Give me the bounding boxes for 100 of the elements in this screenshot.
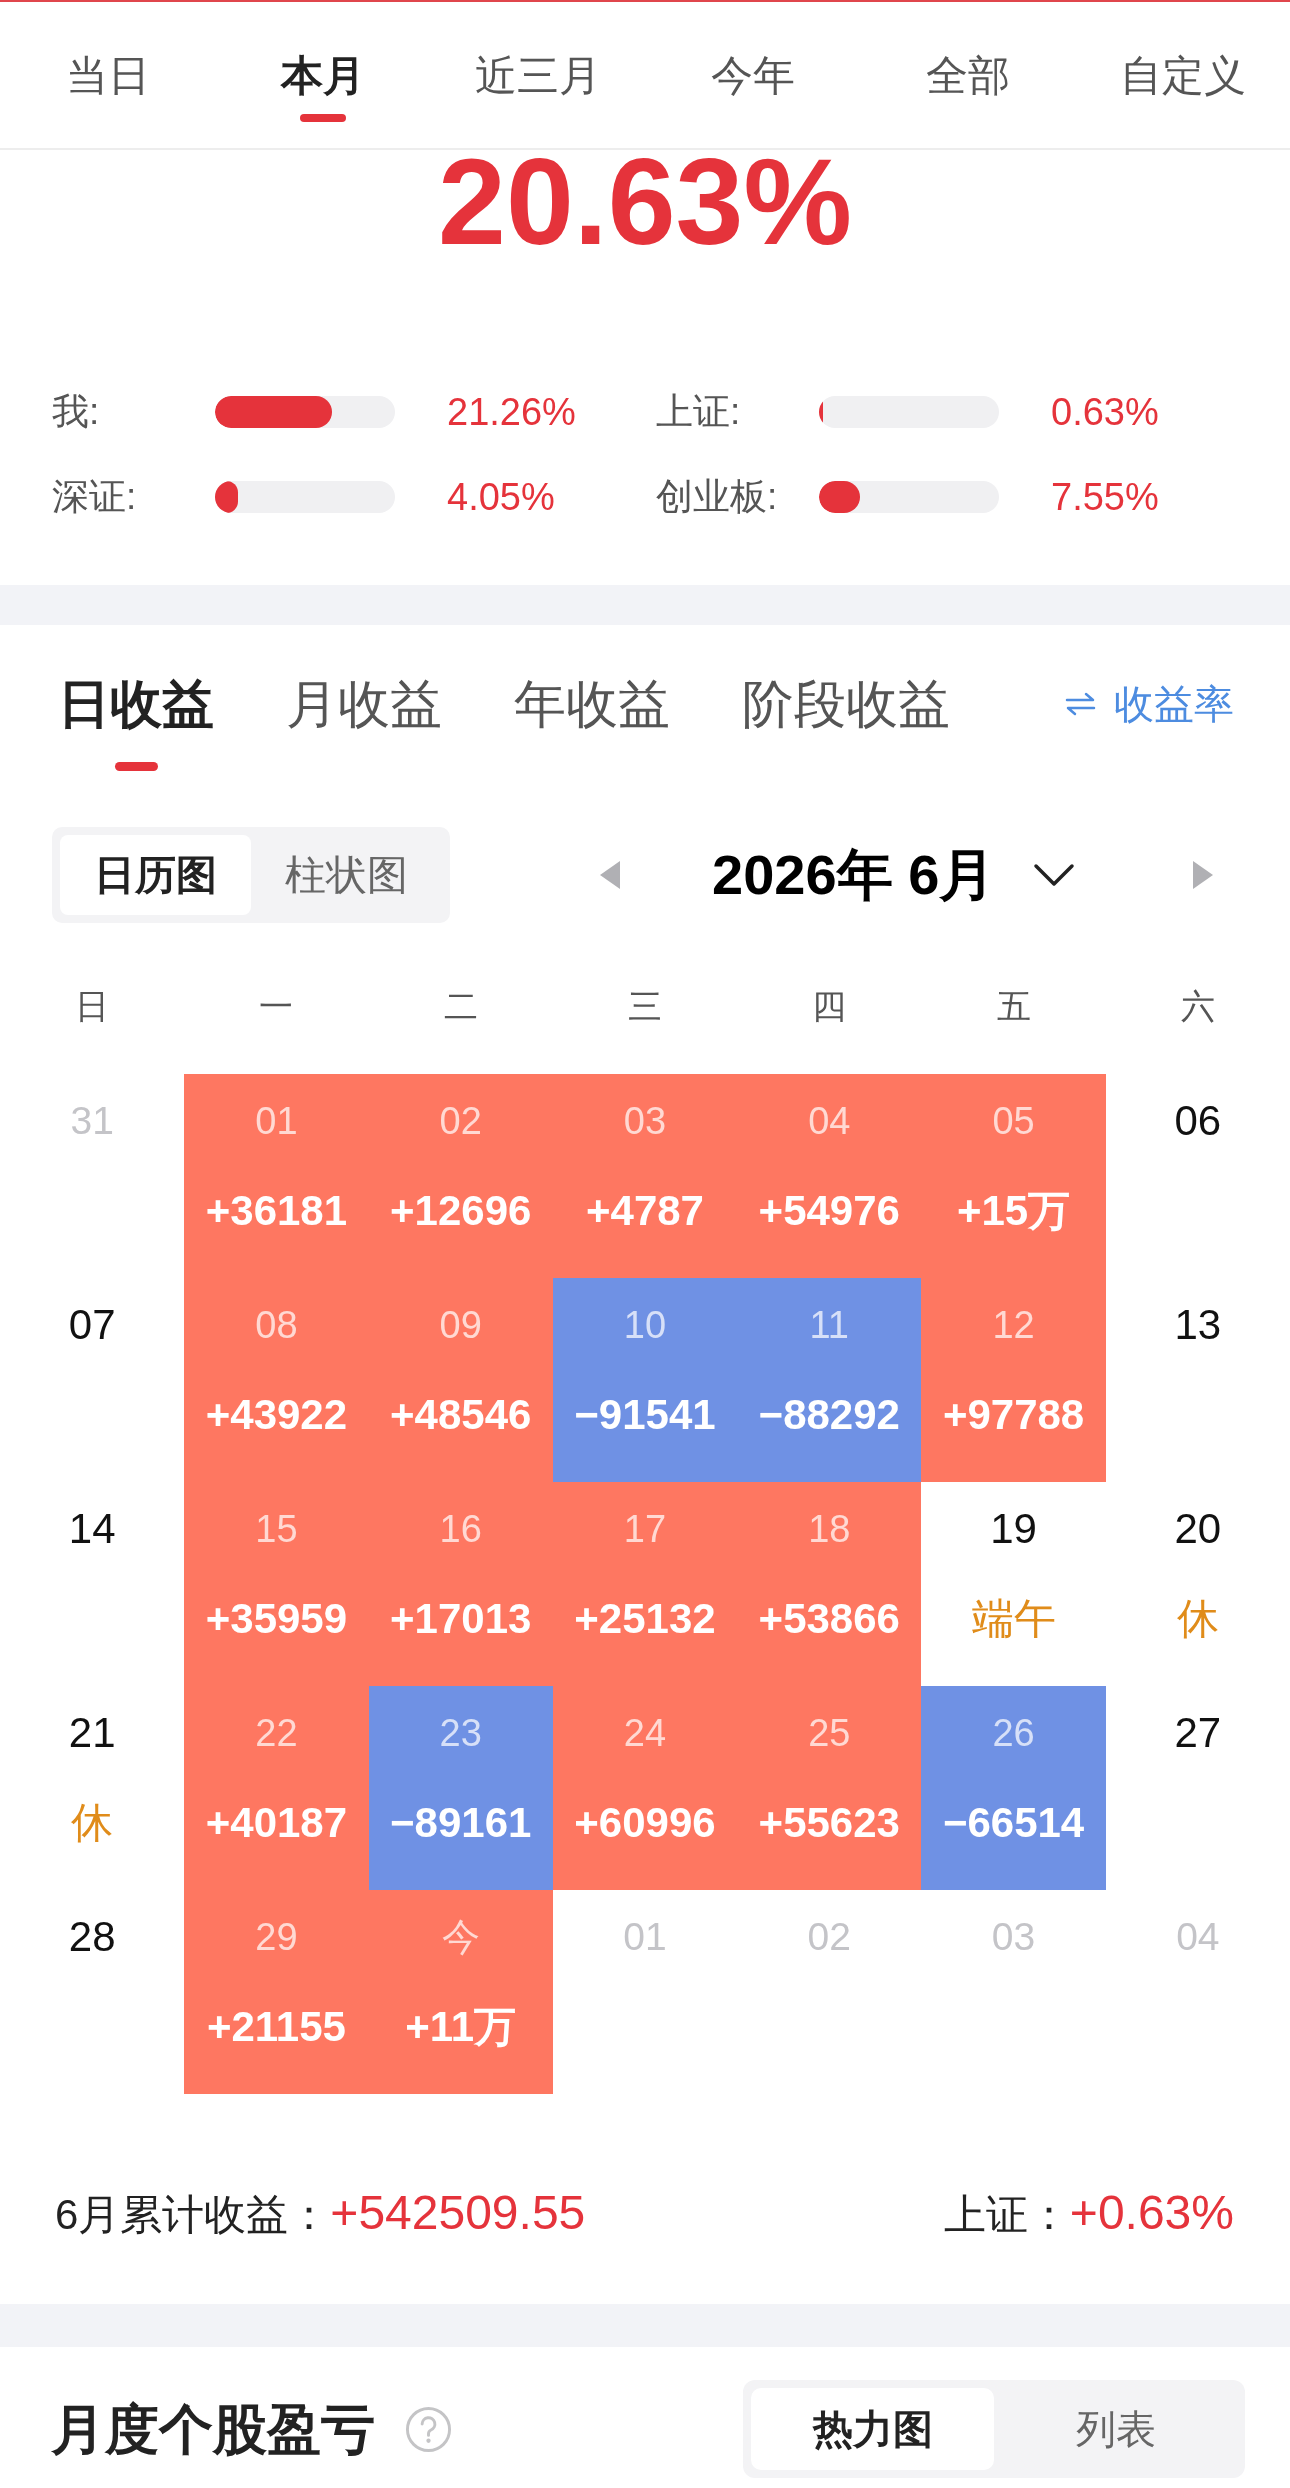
return-rate-value: 20.63%	[438, 150, 852, 254]
right-triangle-icon[interactable]	[1193, 861, 1213, 889]
daily-profit: +43922	[205, 1390, 348, 1440]
daily-profit: +15万	[956, 1186, 1071, 1236]
day-number: 05	[992, 1099, 1035, 1144]
day-number: 11	[809, 1303, 849, 1348]
profit-tab[interactable]: 年收益	[514, 675, 670, 733]
day-number: 04	[808, 1099, 851, 1144]
profit-tab[interactable]: 月收益	[286, 675, 442, 733]
chevron-down-icon[interactable]	[1033, 863, 1076, 887]
daily-profit: +12696	[390, 1186, 532, 1236]
profit-day-cell[interactable]: 18 +53866	[737, 1482, 922, 1686]
profit-day-cell[interactable]: 16 +17013	[368, 1482, 553, 1686]
profit-day-cell[interactable]: 09 +48546	[368, 1278, 553, 1482]
month-title[interactable]: 2026年 6月	[712, 843, 996, 907]
rate-toggle[interactable]: 收益率	[1065, 675, 1234, 733]
day-number: 29	[255, 1915, 298, 1960]
profit-day-cell[interactable]: 22 +40187	[184, 1686, 369, 1890]
daily-profit: +60996	[574, 1798, 716, 1848]
comparison-value: 0.63%	[1051, 389, 1159, 434]
stock-view-tab[interactable]: 热力图	[751, 2388, 994, 2470]
tab-underline	[299, 114, 346, 122]
profit-day-cell[interactable]: 12 +97788	[921, 1278, 1106, 1482]
day-number: 15	[255, 1507, 298, 1552]
period-tab[interactable]: 当日	[65, 51, 150, 101]
daily-profit: +54976	[758, 1186, 900, 1236]
day-number: 08	[255, 1303, 298, 1348]
index-label: 上证：	[943, 2190, 1070, 2240]
comparison-value: 4.05%	[447, 474, 555, 519]
day-number: 31	[70, 1098, 114, 1144]
day-number: 01	[255, 1099, 298, 1144]
day-number: 27	[1174, 1708, 1222, 1758]
profit-tab[interactable]: 阶段收益	[742, 675, 950, 733]
holiday-label: 休	[71, 1798, 114, 1848]
profit-day-cell[interactable]: 17 +25132	[552, 1482, 738, 1686]
daily-profit: +40187	[205, 1798, 348, 1848]
period-tab[interactable]: 自定义	[1119, 51, 1246, 101]
profit-tab[interactable]: 日收益	[58, 675, 214, 771]
period-tab[interactable]: 近三月	[474, 51, 601, 101]
day-number: 28	[68, 1912, 116, 1962]
day-number: 04	[1176, 1914, 1220, 1960]
stock-view-tab[interactable]: 列表	[994, 2388, 1237, 2470]
day-number: 26	[992, 1711, 1035, 1756]
day-number: 12	[992, 1303, 1035, 1348]
index-change-value: +0.63%	[1069, 2185, 1234, 2241]
daily-profit: +4787	[586, 1186, 704, 1236]
weekday-label: 一	[259, 986, 294, 1026]
swap-arrows-icon	[1065, 692, 1096, 716]
daily-profit: +36181	[205, 1186, 348, 1236]
daily-profit: +97788	[942, 1390, 1085, 1440]
profit-day-cell[interactable]: 10 −91541	[552, 1278, 738, 1482]
section-title: 月度个股盈亏	[51, 2398, 375, 2461]
comparison-label: 我:	[52, 390, 100, 432]
profit-day-cell[interactable]: 01 +36181	[184, 1074, 369, 1278]
chart-view-tab[interactable]: 日历图	[60, 835, 251, 915]
day-number: 03	[623, 1099, 667, 1144]
day-number: 22	[255, 1711, 298, 1756]
holiday-label: 端午	[971, 1594, 1056, 1644]
day-number: 18	[808, 1507, 851, 1552]
day-number: 23	[439, 1711, 482, 1756]
period-tab[interactable]: 全部	[925, 51, 1010, 101]
day-number: 03	[991, 1914, 1036, 1960]
day-number: 21	[68, 1708, 116, 1758]
profit-day-cell[interactable]: 02 +12696	[368, 1074, 553, 1278]
period-tab[interactable]: 本月	[280, 51, 365, 122]
day-number: 19	[990, 1504, 1037, 1554]
tab-underline	[114, 762, 158, 771]
profit-day-cell[interactable]: 11 −88292	[737, 1278, 922, 1482]
chart-view-tab[interactable]: 柱状图	[251, 835, 442, 915]
day-number: 25	[808, 1711, 851, 1756]
profit-day-cell[interactable]: 今 +11万	[368, 1890, 553, 2094]
weekday-label: 四	[812, 986, 847, 1026]
profit-day-cell[interactable]: 25 +55623	[737, 1686, 922, 1890]
daily-profit: −91541	[574, 1390, 716, 1440]
daily-profit: +21155	[206, 2002, 346, 2052]
daily-profit: −89161	[390, 1798, 532, 1848]
weekday-label: 六	[1180, 986, 1215, 1026]
profit-day-cell[interactable]: 05 +15万	[921, 1074, 1106, 1278]
day-number: 14	[68, 1504, 116, 1554]
day-number: 06	[1174, 1096, 1222, 1146]
profit-day-cell[interactable]: 03 +4787	[552, 1074, 738, 1278]
help-icon[interactable]	[405, 2405, 452, 2453]
period-tab[interactable]: 今年	[710, 51, 795, 101]
profit-day-cell[interactable]: 15 +35959	[184, 1482, 369, 1686]
comparison-label: 上证:	[656, 390, 741, 432]
day-number: 09	[439, 1303, 482, 1348]
profit-day-cell[interactable]: 04 +54976	[737, 1074, 922, 1278]
day-number: 01	[623, 1914, 667, 1960]
left-triangle-icon[interactable]	[600, 861, 620, 889]
month-total-label: 6月累计收益：	[55, 2190, 331, 2240]
day-number: 10	[623, 1303, 667, 1348]
day-number: 02	[439, 1099, 482, 1144]
profit-day-cell[interactable]: 23 −89161	[368, 1686, 553, 1890]
profit-day-cell[interactable]: 24 +60996	[552, 1686, 738, 1890]
profit-day-cell[interactable]: 26 −66514	[921, 1686, 1106, 1890]
profit-day-cell[interactable]: 29 +21155	[184, 1890, 369, 2094]
weekday-label: 二	[443, 986, 478, 1026]
profit-day-cell[interactable]: 08 +43922	[184, 1278, 369, 1482]
daily-profit: −88292	[758, 1390, 900, 1440]
weekday-label: 三	[628, 986, 662, 1026]
